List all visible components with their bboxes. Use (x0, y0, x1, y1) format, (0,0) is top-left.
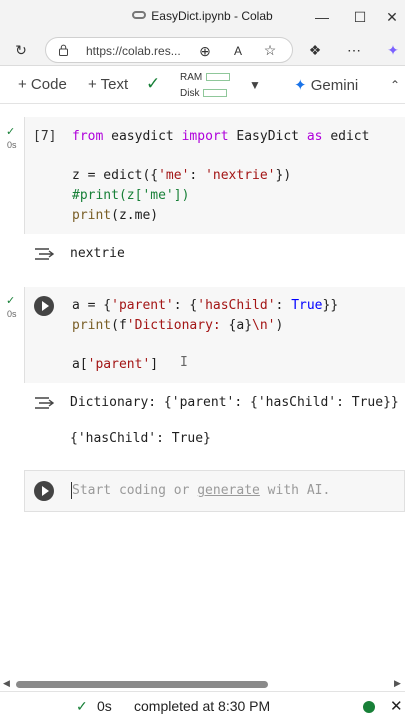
placeholder-end: with AI. (259, 483, 331, 498)
close-icon[interactable]: ✕ (381, 6, 403, 28)
placeholder-start: Start coding or (72, 483, 198, 498)
tab-title: EasyDict.ipynb - Colab (151, 9, 273, 23)
scroll-left-icon[interactable]: ◀ (3, 678, 10, 689)
run-cell-button[interactable] (34, 296, 54, 316)
gemini-button[interactable]: ✦ Gemini (294, 76, 358, 94)
code-line[interactable]: #print(z['me']) (72, 188, 189, 203)
connected-check-icon: ✓ (146, 74, 161, 93)
minimize-icon[interactable]: — (311, 6, 333, 28)
code-line[interactable]: print(f'Dictionary: {a}\n') (72, 318, 283, 333)
add-code-button[interactable]: + Code (18, 76, 67, 93)
cell-output: {'hasChild': True} (70, 431, 211, 446)
ram-bar (206, 73, 231, 81)
status-bar: ✓ 0s completed at 8:30 PM ✕ (0, 691, 405, 720)
maximize-icon[interactable]: ☐ (349, 6, 371, 28)
add-text-button[interactable]: + Text (88, 76, 128, 93)
address-bar[interactable]: https://colab.res... ⊕ A ☆ (45, 37, 293, 63)
text-cursor-icon: I (180, 355, 188, 370)
status-check-icon: ✓ (76, 698, 88, 714)
gemini-label: Gemini (310, 77, 359, 94)
cell-exec-time: 0s (7, 140, 17, 150)
read-aloud-icon[interactable]: A (229, 43, 247, 59)
window-title: EasyDict.ipynb - Colab (0, 9, 405, 23)
code-line[interactable]: from easydict import EasyDict as edict (72, 129, 369, 144)
colab-logo-icon (132, 11, 147, 19)
code-line[interactable]: a = {'parent': {'hasChild': True}} (72, 298, 338, 313)
cell-placeholder[interactable]: Start coding or generate with AI. (72, 483, 330, 498)
execution-count: [7] (33, 129, 57, 144)
cell-exec-time: 0s (7, 309, 17, 319)
text-caret (71, 482, 72, 499)
code-line[interactable]: a['parent'] (72, 357, 158, 372)
status-dot-icon (363, 701, 375, 713)
generate-link[interactable]: generate (197, 483, 260, 498)
address-row: ↻ https://colab.res... ⊕ A ☆ ❖ ⋯ ✦ (0, 33, 405, 66)
copilot-icon[interactable]: ✦ (384, 42, 402, 58)
resource-monitor[interactable]: RAM Disk (180, 70, 231, 102)
output-toggle-icon[interactable] (33, 395, 55, 411)
refresh-icon[interactable]: ↻ (12, 42, 30, 58)
cell-status-check-icon: ✓ (6, 126, 16, 138)
disk-label: Disk (180, 88, 200, 99)
cell-status-check-icon: ✓ (6, 295, 16, 307)
output-toggle-icon[interactable] (33, 246, 55, 262)
cell-output: Dictionary: {'parent': {'hasChild': True… (70, 395, 399, 410)
more-icon[interactable]: ⋯ (345, 42, 363, 58)
colab-toolbar: + Code + Text ✓ RAM Disk ▼ ✦ Gemini ⌃ (0, 67, 405, 104)
status-time: 0s (97, 698, 112, 714)
close-status-icon[interactable]: ✕ (390, 697, 403, 715)
code-line[interactable]: z = edict({'me': 'nextrie'}) (72, 168, 291, 183)
url-text: https://colab.res... (86, 44, 181, 58)
disk-bar (203, 89, 228, 97)
chevron-up-icon[interactable]: ⌃ (390, 78, 400, 92)
browser-title-bar: EasyDict.ipynb - Colab — ☐ ✕ (0, 0, 405, 33)
run-cell-button[interactable] (34, 481, 54, 501)
scrollbar-thumb[interactable] (16, 681, 268, 688)
gemini-star-icon: ✦ (294, 77, 307, 94)
zoom-icon[interactable]: ⊕ (196, 43, 214, 59)
status-text: completed at 8:30 PM (134, 698, 271, 714)
cell-output: nextrie (70, 246, 125, 261)
favorite-icon[interactable]: ☆ (261, 42, 279, 58)
runtime-dropdown-icon[interactable]: ▼ (249, 78, 261, 92)
ram-label: RAM (180, 72, 203, 83)
horizontal-scrollbar[interactable]: ◀ ▶ (0, 678, 405, 690)
extensions-icon[interactable]: ❖ (306, 42, 324, 58)
scroll-right-icon[interactable]: ▶ (394, 678, 401, 689)
code-line[interactable]: print(z.me) (72, 208, 158, 223)
lock-icon (59, 44, 68, 56)
